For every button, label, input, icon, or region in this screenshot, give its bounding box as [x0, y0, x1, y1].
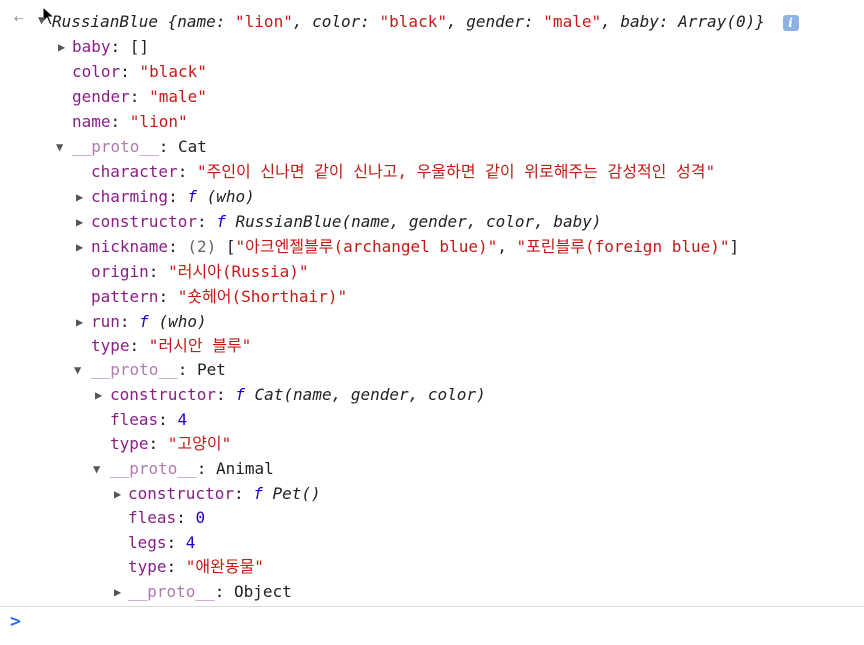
pet-proto-animal[interactable]: __proto__: Animal [110, 457, 274, 481]
pet-constructor[interactable]: constructor: f Cat(name, gender, color) [110, 383, 486, 407]
cat-nickname[interactable]: nickname: (2) ["아크엔젤블루(archangel blue)",… [91, 235, 739, 259]
cat-type: type: "러시안 블루" [91, 336, 252, 355]
pet-type: type: "고양이" [110, 434, 232, 453]
prop-name: name: "lion" [72, 112, 188, 131]
cat-proto-pet[interactable]: __proto__: Pet [91, 358, 226, 382]
collapse-triangle-icon[interactable]: ▶ [114, 482, 121, 506]
expand-triangle-icon[interactable]: ▼ [93, 457, 100, 481]
prop-proto-cat[interactable]: __proto__: Cat [72, 135, 207, 159]
expand-triangle-icon[interactable]: ▼ [56, 135, 63, 159]
collapse-triangle-icon[interactable]: ▶ [76, 235, 83, 259]
prop-gender: gender: "male" [72, 87, 207, 106]
animal-proto-object[interactable]: __proto__: Object [128, 580, 292, 604]
animal-fleas: fleas: 0 [128, 508, 206, 527]
prop-baby[interactable]: baby: [] [72, 35, 149, 59]
console-divider [0, 606, 864, 607]
cat-character: character: "주인이 신나면 같이 신나고, 우울하면 같이 위로해주… [91, 162, 716, 181]
cat-pattern: pattern: "숏헤어(Shorthair)" [91, 287, 348, 306]
cat-constructor[interactable]: constructor: f RussianBlue(name, gender,… [91, 210, 602, 234]
result-arrow-icon: ⇠ [14, 8, 24, 27]
animal-type: type: "애완동물" [128, 557, 264, 576]
prop-color: color: "black" [72, 62, 207, 81]
cat-origin: origin: "러시아(Russia)" [91, 262, 309, 281]
collapse-triangle-icon[interactable]: ▶ [76, 310, 83, 334]
collapse-triangle-icon[interactable]: ▶ [76, 210, 83, 234]
collapse-triangle-icon[interactable]: ▶ [76, 185, 83, 209]
object-class-name: RussianBlue [52, 12, 158, 31]
animal-legs: legs: 4 [128, 533, 196, 552]
object-summary[interactable]: RussianBlue {name: "lion", color: "black… [52, 10, 799, 34]
animal-constructor[interactable]: constructor: f Pet() [128, 482, 321, 506]
pet-fleas: fleas: 4 [110, 410, 188, 429]
collapse-triangle-icon[interactable]: ▶ [95, 383, 102, 407]
info-icon[interactable]: i [782, 14, 799, 31]
expand-triangle-icon[interactable]: ▼ [74, 358, 81, 382]
cat-charming[interactable]: charming: f (who) [91, 185, 255, 209]
console-prompt-icon[interactable]: > [10, 610, 21, 634]
cat-run[interactable]: run: f (who) [91, 310, 207, 334]
collapse-triangle-icon[interactable]: ▶ [58, 35, 65, 59]
collapse-triangle-icon[interactable]: ▶ [114, 580, 121, 604]
expand-triangle-icon[interactable]: ▼ [38, 8, 45, 32]
